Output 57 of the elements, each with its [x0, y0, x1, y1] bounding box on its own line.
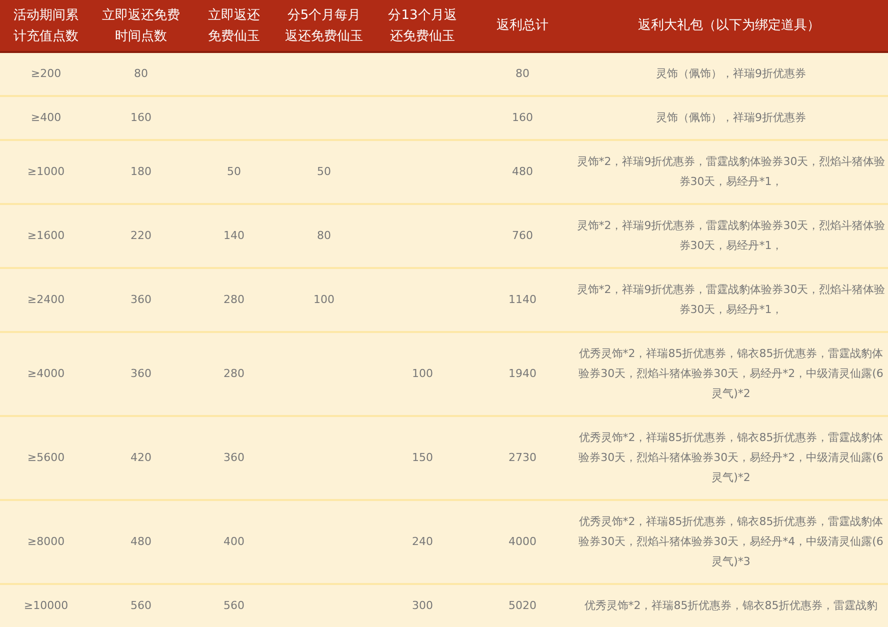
- table-cell-text: 280: [224, 292, 244, 308]
- table-cell-text: 灵饰（佩饰），祥瑞9折优惠券: [656, 110, 806, 126]
- table-cell-text: 400: [224, 534, 244, 550]
- column-header: 立即返还免费 时间点数: [101, 6, 181, 46]
- table-cell-text: 5020: [508, 598, 536, 614]
- column-header: 返利总计: [496, 17, 550, 35]
- table-cell-text: 180: [130, 164, 152, 180]
- table-cell-text: ≥400: [30, 110, 62, 126]
- table-cell-text: 100: [412, 366, 433, 382]
- table-cell-text: 灵饰*2，祥瑞9折优惠券，雷霆战豹体验券30天，烈焰斗猪体验券30天，易经丹*1，: [576, 282, 886, 318]
- table-cell-text: 100: [314, 292, 334, 308]
- table-cell-text: 420: [130, 450, 152, 466]
- table-cell-text: 灵饰*2，祥瑞9折优惠券，雷霆战豹体验券30天，烈焰斗猪体验券30天，易经丹*1，: [576, 154, 886, 190]
- table-cell-text: 140: [224, 228, 244, 244]
- table-cell-text: 灵饰*2，祥瑞9折优惠券，雷霆战豹体验券30天，烈焰斗猪体验券30天，易经丹*1，: [576, 218, 886, 254]
- table-cell-text: 360: [130, 366, 152, 382]
- table-cell-text: 220: [130, 228, 152, 244]
- table-cell-text: 360: [130, 292, 152, 308]
- column-header: 立即返还 免费仙玉: [207, 6, 261, 46]
- table-cell-text: 480: [130, 534, 152, 550]
- table-cell-text: 优秀灵饰*2，祥瑞85折优惠券，锦衣85折优惠券，雷霆战豹: [584, 598, 878, 614]
- table-cell-text: 80: [516, 66, 530, 82]
- column-header: 分13个月返 还免费仙玉: [387, 6, 458, 46]
- table-cell-text: 50: [317, 164, 331, 180]
- table-cell-text: 优秀灵饰*2，祥瑞85折优惠券，锦衣85折优惠券，雷霆战豹体验券30天，烈焰斗猪体验券30天，易经丹*4，中级清灵仙露(6灵气)*3: [578, 514, 884, 570]
- table-cell-text: 灵饰（佩饰），祥瑞9折优惠券: [656, 66, 806, 82]
- column-header: 返利大礼包（以下为绑定道具）: [637, 17, 821, 35]
- table-cell-text: 360: [224, 450, 244, 466]
- table-cell-text: ≥8000: [27, 534, 65, 550]
- table-cell-text: 优秀灵饰*2，祥瑞85折优惠券，锦衣85折优惠券，雷霆战豹体验券30天，烈焰斗猪体验券30天，易经丹*2，中级清灵仙露(6灵气)*2: [578, 346, 884, 402]
- table-cell-text: ≥10000: [24, 598, 68, 614]
- table-cell-text: 1940: [508, 366, 536, 382]
- table-cell-text: 560: [224, 598, 244, 614]
- table-cell-text: ≥1600: [27, 228, 65, 244]
- table-cell-text: 160: [130, 110, 152, 126]
- table-cell-text: ≥4000: [27, 366, 65, 382]
- table-cell-text: ≥1000: [27, 164, 65, 180]
- table-cell-text: ≥5600: [27, 450, 65, 466]
- table-cell-text: 1140: [508, 292, 536, 308]
- table-cell-text: 150: [412, 450, 433, 466]
- table-cell-text: 560: [130, 598, 152, 614]
- table-cell-text: 优秀灵饰*2，祥瑞85折优惠券，锦衣85折优惠券，雷霆战豹体验券30天，烈焰斗猪体验券30天，易经丹*2，中级清灵仙露(6灵气)*2: [578, 430, 884, 486]
- table-cell-text: 160: [512, 110, 533, 126]
- table-cell-text: 80: [317, 228, 331, 244]
- table-cell-text: 50: [227, 164, 241, 180]
- table-cell-text: 80: [134, 66, 148, 82]
- table-cell-text: ≥2400: [27, 292, 65, 308]
- table-cell-text: 280: [224, 366, 244, 382]
- table-cell-text: 480: [512, 164, 533, 180]
- table-cell-text: 760: [512, 228, 533, 244]
- column-header: 活动期间累 计充值点数: [12, 6, 80, 46]
- table-cell-text: 4000: [508, 534, 536, 550]
- table-cell-text: ≥200: [30, 66, 62, 82]
- column-header: 分5个月每月 返还免费仙玉: [284, 6, 364, 46]
- table-cell-text: 240: [412, 534, 433, 550]
- table-cell-text: 2730: [508, 450, 536, 466]
- table-cell-text: 300: [412, 598, 433, 614]
